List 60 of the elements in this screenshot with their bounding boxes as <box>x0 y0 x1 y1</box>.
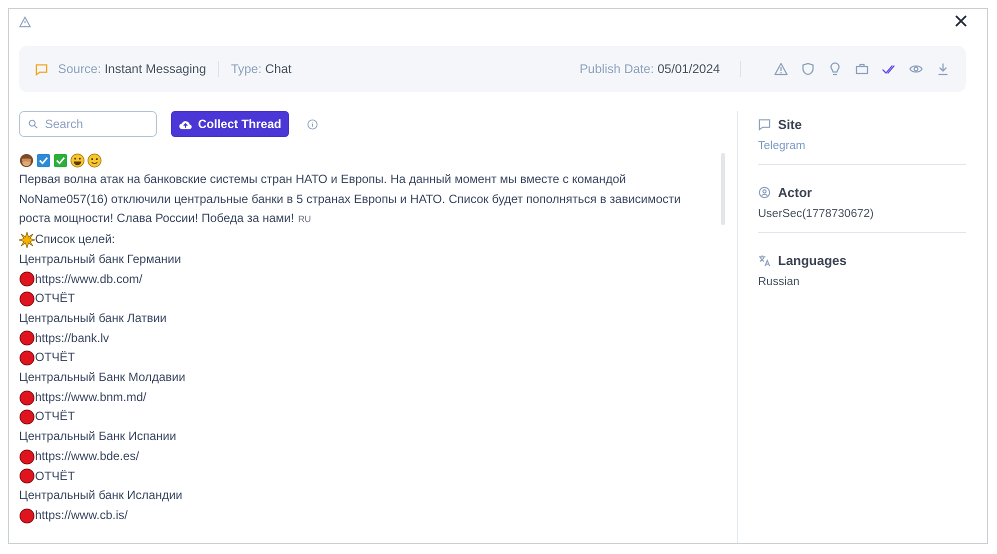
detail-value: Russian <box>758 276 801 288</box>
message-line: ОТЧЁТ <box>35 290 76 308</box>
message-text: Первая волна атак на банковские системы стран НАТО и Европы. На данный момент мы вместе с командой NoName057(16) отключили центральные банки в 5 странах Европы и НАТО. Список будет пополняться в зависимости роста мощности! Слава России! Победа за нами! RU <box>19 171 682 228</box>
message-line: https://www.bde.es/ <box>35 448 140 465</box>
briefcase-icon <box>855 62 869 76</box>
publish-date-text: Publish Date: 05/01/2024 <box>580 62 720 76</box>
bullet-dot-icon <box>19 390 35 406</box>
message-line: ОТЧЁТ <box>35 408 76 426</box>
bullet-dot-icon <box>19 330 35 346</box>
message-line: https://www.db.com/ <box>35 270 142 288</box>
warning-icon <box>19 16 31 28</box>
message-line: https://bank.lv <box>35 330 110 347</box>
message-line: ОТЧЁТ <box>35 349 76 366</box>
download-icon <box>936 62 950 76</box>
list-heading: Список целей: <box>35 231 115 248</box>
section-title: Site <box>778 117 802 132</box>
bullet-dot-icon <box>19 409 35 426</box>
search-icon <box>28 119 38 129</box>
search-field[interactable]: Search <box>19 111 157 137</box>
language-tag: RU <box>298 214 312 224</box>
grinning-smiley-icon <box>70 153 85 168</box>
lightbulb-icon <box>828 62 842 76</box>
message-line: Центральный банк Исландии <box>19 487 182 504</box>
message-line: ОТЧЁТ <box>35 468 76 485</box>
warning-icon <box>774 62 788 76</box>
translate-icon <box>758 254 771 267</box>
warning-button[interactable] <box>774 62 788 76</box>
chat-icon <box>35 62 48 76</box>
checkbox-icon <box>53 153 68 168</box>
bullet-dot-icon <box>19 508 35 524</box>
section-title: Languages <box>778 253 847 268</box>
source-text: Source: Instant Messaging <box>58 62 206 76</box>
bullet-dot-icon <box>19 350 35 366</box>
collision-icon <box>19 232 35 248</box>
detail-value: UserSec(1778730672) <box>758 208 875 220</box>
shield-icon <box>801 62 815 76</box>
message-line: https://www.bnm.md/ <box>35 388 146 406</box>
checkbox-icon <box>36 153 51 168</box>
bulb-button[interactable] <box>828 62 842 76</box>
message-line: Центральный Банк Молдавии <box>19 369 186 386</box>
bullet-dot-icon <box>19 291 35 308</box>
shield-button[interactable] <box>801 62 815 76</box>
collect-thread-button[interactable]: Collect Thread <box>171 111 290 137</box>
message-line: Центральный банк Германии <box>19 250 182 268</box>
cloud-upload-icon <box>179 118 192 130</box>
smiley-icon <box>87 153 102 168</box>
chat-icon <box>758 118 771 131</box>
bullet-dot-icon <box>19 468 35 484</box>
section-title: Actor <box>778 185 812 200</box>
briefcase-button[interactable] <box>855 62 869 76</box>
bullet-dot-icon <box>19 448 35 465</box>
user-circle-icon <box>758 186 771 199</box>
message-line: Центральный банк Латвии <box>19 310 167 327</box>
download-button[interactable] <box>936 62 950 76</box>
monkey-icon <box>19 153 34 168</box>
message-line: https://www.cb.is/ <box>35 506 128 524</box>
bullet-dot-icon <box>19 271 35 288</box>
message-line: Центральный Банк Испании <box>19 428 176 446</box>
info-icon <box>307 118 318 130</box>
type-text: Type: Chat <box>231 62 292 76</box>
